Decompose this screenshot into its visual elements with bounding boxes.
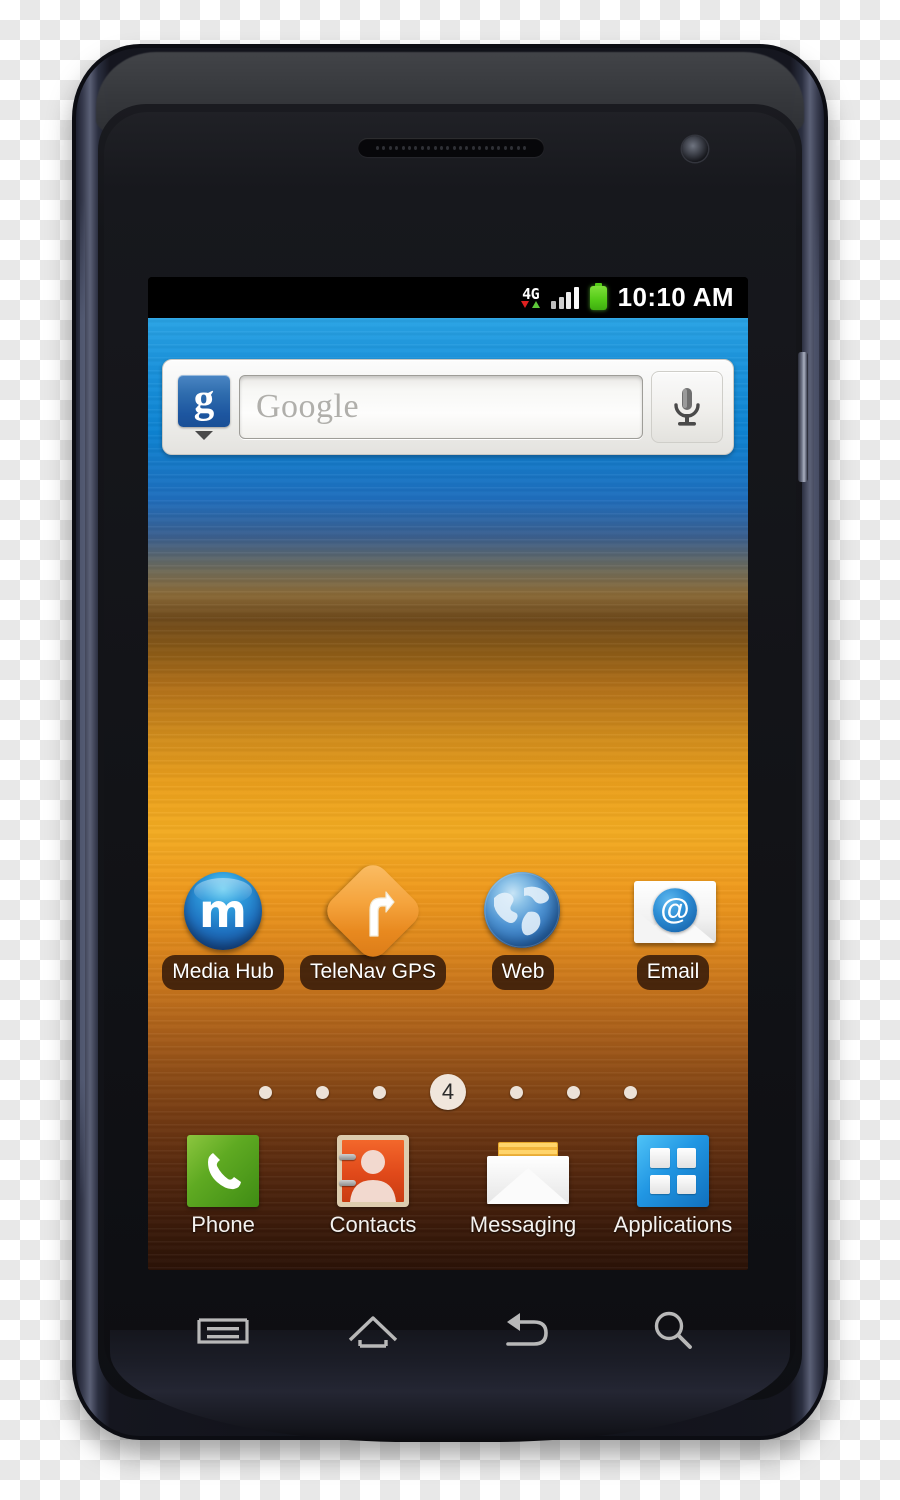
dock-label: Contacts [329, 1212, 417, 1237]
media-hub-glyph: m [184, 872, 262, 950]
binder-ring-icon [339, 1180, 356, 1186]
nav-back-button[interactable] [478, 1299, 568, 1361]
signal-strength-icon [551, 286, 579, 309]
app-shortcut-media-hub[interactable]: m Media Hub [148, 872, 298, 990]
email-envelope-icon: @ [634, 872, 716, 950]
page-dot-active[interactable]: 4 [430, 1074, 466, 1110]
menu-icon [197, 1318, 249, 1344]
home-dock: Phone Contacts Messaging Applications [148, 1135, 748, 1236]
contacts-person-icon [337, 1135, 409, 1207]
app-label: Web [491, 955, 555, 990]
handset-glyph [208, 1153, 241, 1190]
page-dot-5[interactable] [510, 1085, 523, 1099]
phone-left-edge-highlight [80, 200, 85, 1200]
back-arrow-icon [506, 1313, 548, 1346]
search-magnifier-icon [654, 1311, 692, 1349]
applications-grid-icon [637, 1135, 709, 1207]
power-button[interactable] [798, 352, 808, 482]
app-shortcut-web[interactable]: Web [448, 872, 598, 990]
earpiece-speaker-grille [358, 138, 544, 157]
search-input[interactable]: Google [239, 375, 643, 439]
nav-home-button[interactable] [328, 1299, 418, 1361]
app-label: Media Hub [162, 955, 284, 990]
battery-icon [589, 282, 607, 310]
app-label: Email [636, 955, 710, 990]
status-bar-clock: 10:10 AM [617, 282, 734, 312]
front-camera-icon [682, 136, 708, 162]
data-upload-arrow-icon [532, 301, 541, 308]
data-download-arrow-icon [521, 301, 530, 308]
page-dot-7[interactable] [624, 1085, 637, 1099]
network-4g-indicator: 4G [521, 285, 541, 308]
page-dot-1[interactable] [259, 1085, 272, 1099]
google-search-widget[interactable]: g Google [162, 359, 734, 455]
page-dot-2[interactable] [316, 1085, 329, 1099]
page-indicator[interactable]: 4 [148, 1072, 748, 1112]
home-icon [348, 1316, 398, 1348]
phone-handset-icon [187, 1135, 259, 1207]
home-app-row: m Media Hub TeleNav GPS Web @ Email [148, 858, 748, 990]
telenav-gps-icon [320, 858, 426, 964]
phone-right-edge-highlight [814, 200, 819, 1200]
dock-label: Phone [191, 1212, 255, 1237]
dock-label: Applications [613, 1212, 733, 1237]
nav-menu-button[interactable] [178, 1299, 268, 1361]
binder-ring-icon [339, 1154, 356, 1160]
page-dot-6[interactable] [567, 1085, 580, 1099]
turn-arrow-icon [369, 891, 395, 937]
microphone-icon [674, 388, 700, 426]
person-silhouette-glyph [350, 1150, 396, 1202]
google-logo-button[interactable]: g [173, 373, 235, 441]
phone-device: 4G 10:10 AM g Google m Media Hub TeleNav… [0, 0, 900, 1500]
status-bar: 4G 10:10 AM [148, 277, 748, 318]
google-g-icon: g [178, 374, 230, 427]
app-shortcut-email[interactable]: @ Email [598, 872, 748, 990]
dock-item-applications[interactable]: Applications [598, 1135, 748, 1236]
dock-label: Messaging [469, 1212, 577, 1237]
nav-search-button[interactable] [628, 1299, 718, 1361]
app-shortcut-telenav-gps[interactable]: TeleNav GPS [298, 858, 448, 990]
dock-item-contacts[interactable]: Contacts [298, 1135, 448, 1236]
globe-continents-icon [484, 872, 560, 948]
phone-screen: 4G 10:10 AM g Google m Media Hub TeleNav… [148, 277, 748, 1270]
dock-item-phone[interactable]: Phone [148, 1135, 298, 1236]
page-dot-3[interactable] [373, 1085, 386, 1099]
at-sign-glyph: @ [653, 888, 697, 933]
network-data-arrows-icon [521, 301, 541, 308]
chevron-down-icon[interactable] [195, 430, 213, 440]
dock-item-messaging[interactable]: Messaging [448, 1135, 598, 1236]
network-type-label: 4G [522, 285, 540, 303]
hardware-nav-bar [148, 1275, 748, 1385]
voice-search-button[interactable] [651, 371, 723, 443]
search-placeholder-text: Google [256, 388, 360, 425]
web-browser-globe-icon [484, 872, 562, 950]
messaging-envelope-icon [487, 1135, 569, 1207]
app-label: TeleNav GPS [299, 955, 447, 990]
home-screen-wallpaper [148, 318, 748, 1270]
media-hub-icon: m [184, 872, 262, 950]
